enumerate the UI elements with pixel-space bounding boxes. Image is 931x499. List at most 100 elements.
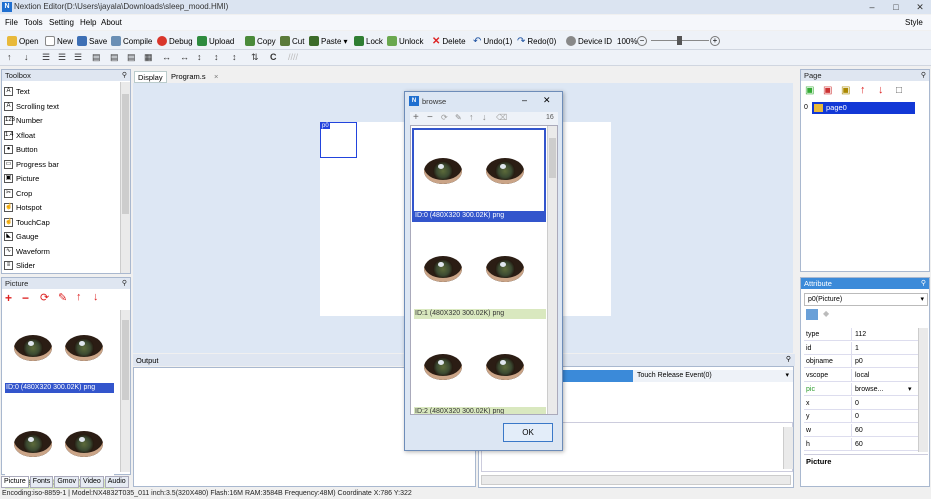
- v-spacing-icon[interactable]: ↕: [197, 52, 202, 62]
- attribute-value[interactable]: 112: [855, 328, 866, 341]
- picture-caption[interactable]: ID:0 (480X320 300.02K) png: [414, 211, 546, 221]
- picture-thumbnail[interactable]: [5, 407, 114, 487]
- attribute-value[interactable]: 60: [855, 438, 863, 451]
- tab-fonts[interactable]: Fonts: [29, 476, 54, 488]
- page-up-icon[interactable]: ↑: [860, 84, 866, 96]
- v-space-dec-icon[interactable]: ↕: [232, 52, 237, 62]
- v-space-inc-icon[interactable]: ↕: [214, 52, 219, 62]
- redo-button[interactable]: ↷ Redo(0): [517, 35, 556, 47]
- tab-audio[interactable]: Audio: [104, 476, 129, 488]
- send-down-icon[interactable]: ↓: [24, 52, 29, 62]
- scroll-thumb[interactable]: [122, 94, 129, 214]
- minimize-button[interactable]: –: [862, 1, 882, 13]
- tab-video[interactable]: Video: [79, 476, 104, 488]
- remove-picture-icon[interactable]: −: [22, 291, 29, 305]
- attribute-row[interactable]: vscope local: [804, 369, 922, 383]
- open-button[interactable]: Open: [7, 35, 39, 47]
- toolbox-item[interactable]: ∿ Waveform: [4, 245, 50, 258]
- align-middle-icon[interactable]: ▤: [110, 52, 119, 63]
- toolbox-item[interactable]: ● Button: [4, 143, 38, 156]
- picture-caption[interactable]: ID:1 (480X320 300.02K) png: [414, 309, 546, 319]
- page-list-item[interactable]: 0 page0: [803, 102, 915, 114]
- debug-button[interactable]: Debug: [157, 35, 193, 47]
- move-up-icon[interactable]: ↑: [469, 112, 474, 122]
- menu-tools[interactable]: Tools: [24, 18, 43, 27]
- picture-object-p0[interactable]: p0: [320, 122, 357, 158]
- attribute-value[interactable]: p0: [855, 355, 863, 368]
- unlock-button[interactable]: Unlock: [387, 35, 423, 47]
- attribute-row[interactable]: x0: [804, 396, 922, 410]
- remove-icon[interactable]: −: [427, 112, 433, 123]
- toolbox-item[interactable]: ◣ Gauge: [4, 230, 39, 243]
- align-right-icon[interactable]: ☰: [74, 52, 82, 63]
- upload-button[interactable]: Upload: [197, 35, 234, 47]
- scroll-thumb[interactable]: [549, 138, 556, 178]
- object-select[interactable]: p0(Picture) ▾: [804, 293, 928, 306]
- align-left-icon[interactable]: ☰: [42, 52, 50, 63]
- distribute-icon[interactable]: ⇅: [251, 52, 259, 63]
- replace-icon[interactable]: ⟳: [441, 113, 448, 122]
- align-top-icon[interactable]: ▤: [92, 52, 101, 63]
- toolbox-item[interactable]: ✂ Crop: [4, 187, 32, 200]
- chevron-down-icon[interactable]: ▾: [908, 383, 912, 396]
- dialog-close-button[interactable]: ✕: [543, 95, 551, 106]
- lock-button[interactable]: Lock: [354, 35, 383, 47]
- close-button[interactable]: ✕: [910, 1, 930, 13]
- ok-button[interactable]: OK: [503, 423, 553, 442]
- menu-about[interactable]: About: [101, 18, 122, 27]
- toolbox-item[interactable]: A Scrolling text: [4, 100, 59, 113]
- replace-picture-icon[interactable]: ⟳: [40, 291, 49, 304]
- page-down-icon[interactable]: ↓: [878, 84, 884, 96]
- add-icon[interactable]: +: [413, 112, 419, 123]
- attribute-row[interactable]: h 60: [804, 437, 922, 451]
- sort-alpha-icon[interactable]: ◆: [823, 309, 835, 320]
- new-button[interactable]: New: [45, 35, 73, 47]
- save-button[interactable]: Save: [77, 35, 107, 47]
- tab-close-icon[interactable]: ×: [211, 71, 221, 83]
- add-page-icon[interactable]: ▣: [805, 85, 814, 96]
- bring-up-icon[interactable]: ↑: [7, 52, 12, 62]
- move-down-icon[interactable]: ↓: [93, 291, 99, 303]
- attribute-row[interactable]: type 112: [804, 328, 922, 341]
- menu-setting[interactable]: Setting: [49, 18, 74, 27]
- trash-icon[interactable]: ⌫: [496, 113, 507, 122]
- zoom-out-button[interactable]: −: [637, 35, 647, 47]
- same-size-icon[interactable]: ▦: [144, 52, 153, 63]
- tab-display[interactable]: Display: [134, 71, 167, 83]
- paste-button[interactable]: Paste ▾: [309, 35, 347, 47]
- attribute-row[interactable]: id 1: [804, 341, 922, 355]
- attribute-value[interactable]: 0: [855, 410, 859, 423]
- compile-button[interactable]: Compile: [111, 35, 152, 47]
- attribute-value[interactable]: 0: [855, 397, 859, 410]
- toolbox-scrollbar[interactable]: [120, 82, 130, 273]
- tab-gmov[interactable]: Gmov: [54, 476, 79, 488]
- export-icon[interactable]: ✎: [455, 113, 462, 122]
- tab-picture[interactable]: Picture: [1, 476, 29, 488]
- center-icon[interactable]: C: [270, 52, 277, 62]
- toolbox-item[interactable]: A Text: [4, 85, 30, 98]
- id-toggle[interactable]: ID: [604, 35, 612, 47]
- picture-scrollbar[interactable]: [120, 310, 130, 472]
- h-spacing-icon[interactable]: ↔: [162, 52, 171, 62]
- pin-icon[interactable]: ⚲: [122, 278, 127, 289]
- picture-caption[interactable]: ID:0 (480X320 300.02K) png: [5, 383, 114, 393]
- toolbox-item[interactable]: ☝ Hotspot: [4, 201, 42, 214]
- menu-style[interactable]: Style: [905, 18, 923, 27]
- scroll-thumb[interactable]: [122, 320, 129, 400]
- cut-button[interactable]: Cut: [280, 35, 304, 47]
- maximize-button[interactable]: □: [886, 1, 906, 13]
- pin-icon[interactable]: ⚲: [786, 355, 791, 363]
- toolbox-item[interactable]: ☝ TouchCap: [4, 216, 50, 229]
- pin-icon[interactable]: ⚲: [921, 278, 926, 289]
- delete-button[interactable]: ✕ Delete: [432, 35, 466, 47]
- attribute-value[interactable]: browse...: [855, 383, 883, 396]
- pin-icon[interactable]: ⚲: [122, 70, 127, 81]
- dialog-titlebar[interactable]: N browse – ✕: [405, 92, 562, 110]
- attribute-value[interactable]: 1: [855, 342, 859, 355]
- toolbox-item[interactable]: ≡ Slider: [4, 259, 35, 272]
- event-tab-active[interactable]: [563, 370, 633, 382]
- touch-release-tab[interactable]: Touch Release Event(0) ▾: [633, 370, 793, 382]
- attribute-row[interactable]: y0: [804, 410, 922, 424]
- move-down-icon[interactable]: ↓: [482, 112, 487, 122]
- toolbox-item[interactable]: ▭ Progress bar: [4, 158, 59, 171]
